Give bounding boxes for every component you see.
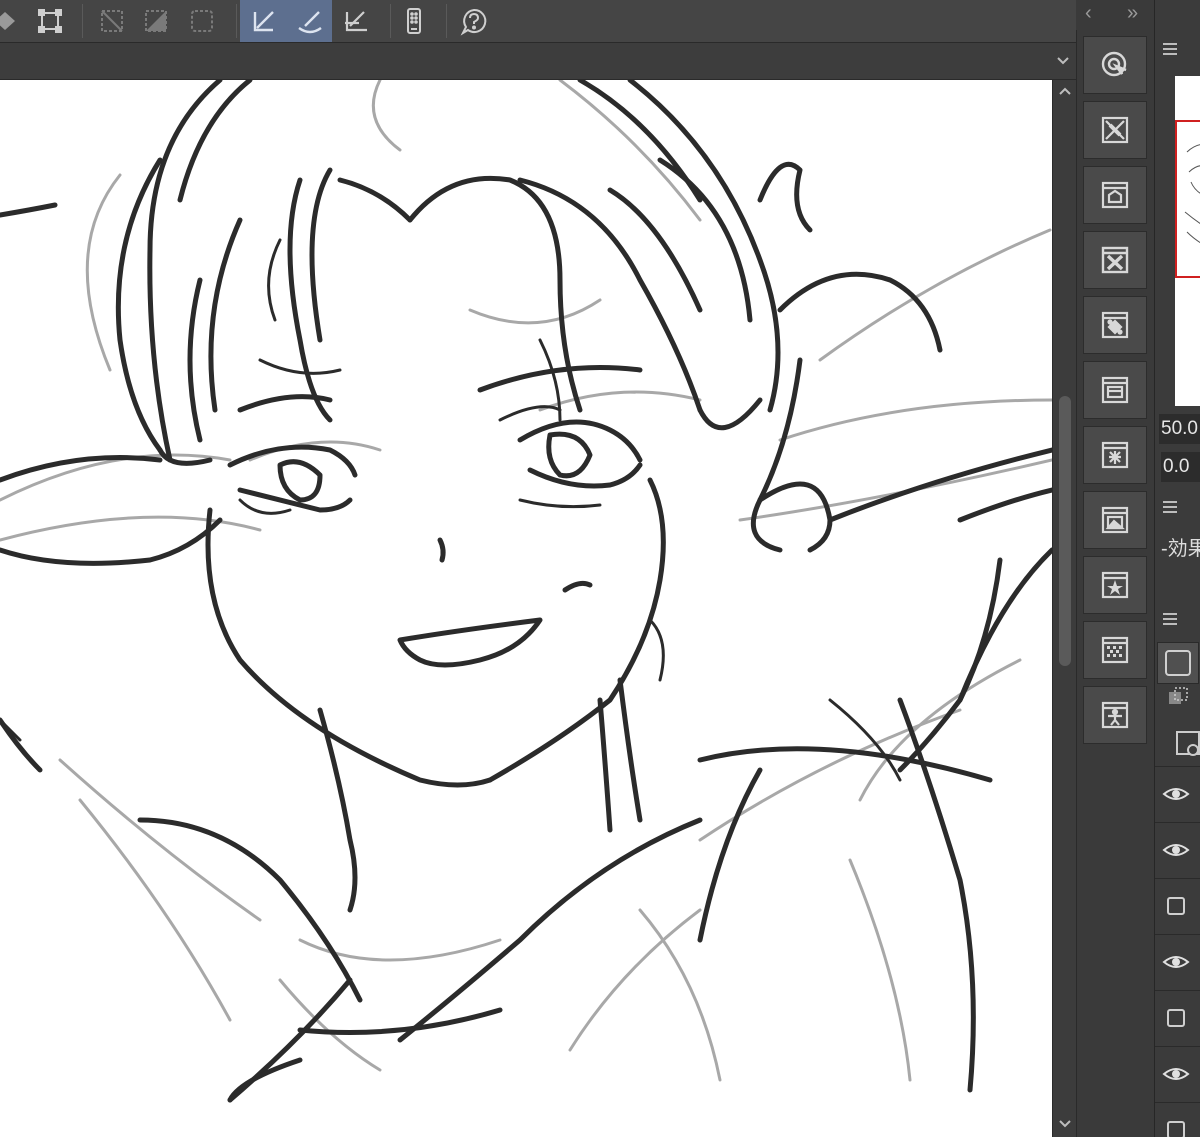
layer-row[interactable] (1155, 878, 1200, 935)
sub-tool-icon[interactable] (1083, 101, 1147, 159)
palette-dock-header: ‹ » (1077, 0, 1154, 30)
effect-label: 効果 (1167, 538, 1200, 560)
layer-clip-icon[interactable] (1167, 686, 1191, 710)
eye-icon[interactable] (1161, 835, 1191, 865)
clear-selection-icon[interactable] (92, 2, 132, 40)
pattern-icon[interactable] (1083, 621, 1147, 679)
smartphone-icon[interactable] (394, 2, 434, 40)
layer-property-icon[interactable] (1083, 361, 1147, 419)
eye-icon[interactable] (1161, 947, 1191, 977)
canvas-tab-bar (0, 43, 1076, 80)
toolbar-divider (446, 4, 447, 38)
drawing-canvas[interactable] (0, 80, 1052, 1137)
collapse-left-icon[interactable]: ‹ (1085, 2, 1092, 25)
brush-size-icon[interactable] (1083, 296, 1147, 354)
navigator-view-frame[interactable] (1175, 120, 1200, 278)
layer-row[interactable] (1155, 934, 1200, 991)
palette-menu-icon[interactable] (1161, 42, 1179, 56)
ruler-pen-icon[interactable] (244, 2, 284, 40)
palette-menu-icon[interactable] (1161, 500, 1179, 514)
effect-prefix: - (1161, 538, 1168, 560)
command-bar (0, 0, 1076, 43)
scroll-up-icon[interactable] (1057, 84, 1073, 100)
toolbar-divider (390, 4, 391, 38)
chevron-down-icon[interactable] (1054, 51, 1072, 69)
layer-row[interactable] (1155, 822, 1200, 879)
invert-selection-icon[interactable] (136, 2, 176, 40)
zoom-value-field[interactable]: 50.0 (1159, 414, 1200, 444)
tool-property-icon[interactable] (1083, 231, 1147, 289)
ruler-lock-icon[interactable] (336, 2, 376, 40)
scroll-down-icon[interactable] (1057, 1115, 1073, 1131)
selection-border-icon[interactable] (182, 2, 222, 40)
layer-mask-icon[interactable] (1173, 728, 1200, 758)
pose-icon[interactable] (1083, 686, 1147, 744)
rotation-value-field[interactable]: 0.0 (1161, 452, 1200, 482)
palette-menu-icon[interactable] (1161, 612, 1179, 626)
checkbox-icon[interactable] (1161, 891, 1191, 921)
palette-icon-sidebar (1076, 30, 1155, 1137)
new-raster-layer-button[interactable] (1157, 642, 1199, 684)
effect-palette-title: -効果 (1161, 532, 1200, 561)
scrollbar-thumb[interactable] (1059, 396, 1071, 666)
favorite-icon[interactable] (1083, 556, 1147, 614)
toolbar-divider (82, 4, 83, 38)
navigator-thumbnail (1184, 144, 1200, 244)
eye-icon[interactable] (1161, 779, 1191, 809)
help-icon[interactable] (454, 2, 494, 40)
layer-row[interactable] (1155, 1102, 1200, 1137)
checkbox-icon[interactable] (1161, 1115, 1191, 1137)
transform-icon[interactable] (30, 2, 70, 40)
sketch-artwork (0, 80, 1052, 1103)
ruler-brush-icon[interactable] (290, 2, 330, 40)
eye-icon[interactable] (1161, 1059, 1191, 1089)
expand-dock-icon[interactable]: » (1127, 2, 1138, 25)
material-icon[interactable] (1083, 166, 1147, 224)
checkbox-icon[interactable] (1161, 1003, 1191, 1033)
layer-row[interactable] (1155, 990, 1200, 1047)
right-palette-area: 50.0 0.0 -効果 (1154, 0, 1200, 1137)
toolbar-divider (236, 4, 237, 38)
navigator-icon[interactable] (1083, 36, 1147, 94)
image-material-icon[interactable] (1083, 491, 1147, 549)
auto-action-icon[interactable] (1083, 426, 1147, 484)
fill-icon[interactable] (0, 2, 26, 40)
layer-row[interactable] (1155, 1046, 1200, 1103)
canvas-vertical-scrollbar[interactable] (1052, 80, 1077, 1137)
layer-row[interactable] (1155, 766, 1200, 823)
